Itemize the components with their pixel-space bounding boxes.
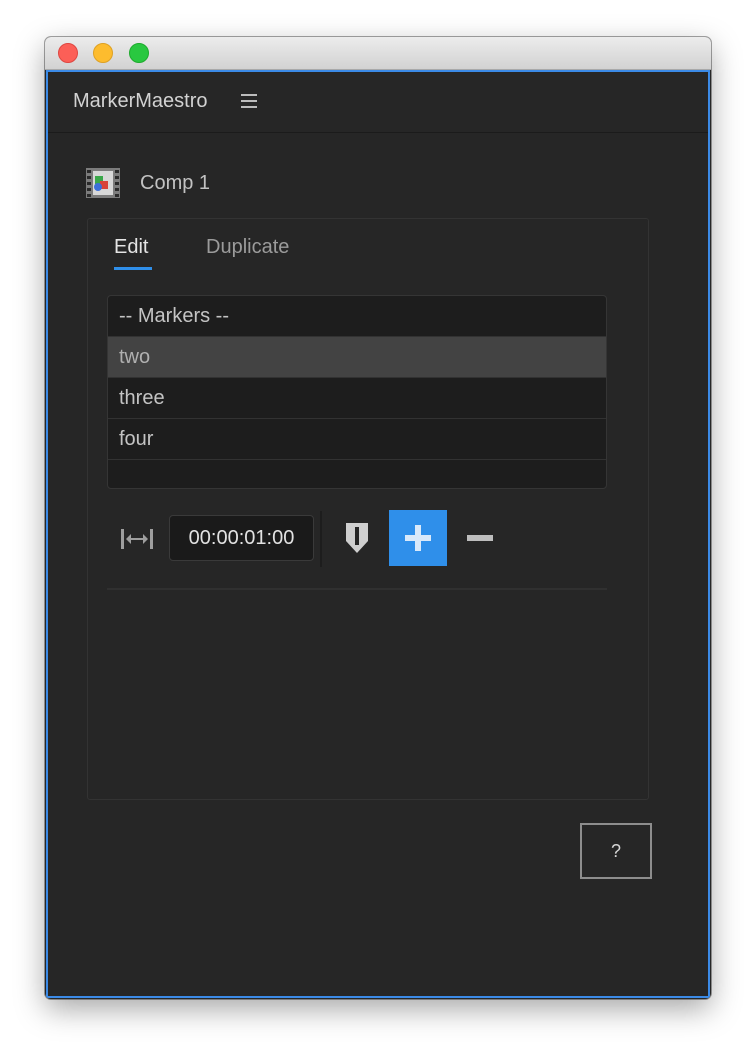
- marker-list-item[interactable]: three: [108, 378, 606, 419]
- plus-icon-stroke: [415, 525, 421, 551]
- duration-icon: [121, 529, 153, 549]
- minimize-window-button[interactable]: [93, 43, 113, 63]
- composition-icon: [86, 168, 120, 198]
- tab-edit[interactable]: Edit: [114, 236, 148, 259]
- marker-list-header[interactable]: -- Markers --: [108, 296, 606, 337]
- marker-list-item[interactable]: [108, 460, 606, 488]
- help-button[interactable]: ?: [580, 823, 652, 879]
- window-titlebar[interactable]: [45, 37, 711, 70]
- minus-icon: [467, 535, 493, 541]
- hamburger-menu-icon[interactable]: [241, 94, 257, 108]
- marker-list-item[interactable]: two: [108, 337, 606, 378]
- remove-marker-button[interactable]: [463, 528, 497, 548]
- extension-panel: MarkerMaestro Comp 1 Edit Duplicate -- M…: [46, 70, 710, 998]
- maximize-window-button[interactable]: [129, 43, 149, 63]
- separator: [107, 588, 607, 590]
- close-window-button[interactable]: [58, 43, 78, 63]
- composition-name: Comp 1: [140, 172, 211, 194]
- app-window: MarkerMaestro Comp 1 Edit Duplicate -- M…: [45, 37, 711, 999]
- tab-duplicate[interactable]: Duplicate: [206, 236, 289, 259]
- marker-list-item[interactable]: four: [108, 419, 606, 460]
- duration-input[interactable]: 00:00:01:00: [169, 515, 314, 561]
- marker-icon[interactable]: [344, 521, 370, 555]
- toolbar-divider: [320, 511, 322, 567]
- active-tab-indicator: [114, 267, 152, 270]
- marker-list[interactable]: -- Markers -- two three four: [107, 295, 607, 489]
- tab-content-box: Edit Duplicate -- Markers -- two three f…: [87, 218, 649, 800]
- panel-title: MarkerMaestro: [73, 90, 208, 112]
- add-marker-button[interactable]: [389, 510, 447, 566]
- panel-header: MarkerMaestro: [48, 72, 708, 133]
